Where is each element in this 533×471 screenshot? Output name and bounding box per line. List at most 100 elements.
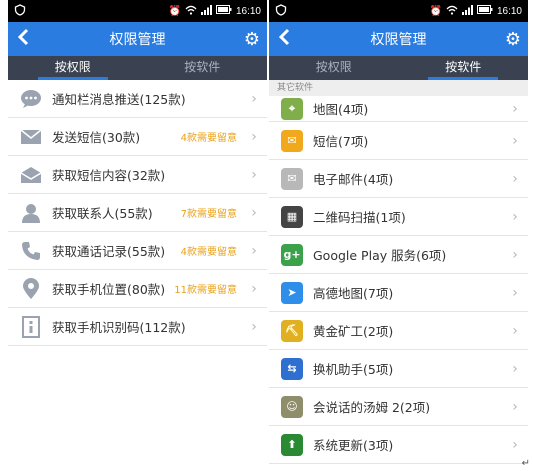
envelope-open-icon	[18, 162, 44, 188]
app-list-item-label: 黄金矿工(2项)	[313, 324, 394, 339]
list-item[interactable]: 获取手机识别码(112款) ›	[8, 308, 267, 346]
app-icon-wrapper: ▦	[279, 204, 305, 230]
app-list-item-label: 地图(4项)	[313, 102, 369, 117]
wifi-icon	[185, 5, 197, 18]
app-list-item[interactable]: ➤ 高德地图(7项) ›	[269, 274, 528, 312]
list-item[interactable]: 通知栏消息推送(125款) ›	[8, 80, 267, 118]
battery-icon	[476, 5, 493, 17]
app-list-item-label: 二维码扫描(1项)	[313, 210, 406, 225]
tab-bar: 按权限 按软件	[8, 56, 267, 80]
chevron-right-icon: ›	[251, 90, 257, 107]
back-button[interactable]	[8, 27, 38, 51]
chevron-right-icon: ›	[512, 398, 518, 415]
chevron-right-icon: ›	[251, 242, 257, 259]
list-item-label: 获取联系人(55款)	[52, 206, 153, 221]
tab-bar: 按权限 按软件	[269, 56, 528, 80]
gold-miner-app-icon: ⛏	[281, 319, 303, 342]
app-list-item[interactable]: ▦ 二维码扫描(1项) ›	[269, 198, 528, 236]
app-icon-wrapper: ✉	[279, 166, 305, 192]
gear-icon[interactable]: ⚙	[498, 29, 528, 50]
chat-bubble-icon	[18, 86, 44, 112]
system-update-app-icon: ⬆	[281, 433, 303, 456]
chevron-right-icon: ›	[512, 100, 518, 117]
chevron-right-icon: ›	[512, 360, 518, 377]
warning-note: 4款需要留意	[180, 133, 237, 144]
back-button[interactable]	[269, 27, 299, 51]
chevron-right-icon: ›	[512, 322, 518, 339]
app-list-item[interactable]: ⌖ 地图(4项) ›	[269, 96, 528, 122]
tab-by-permission[interactable]: 按权限	[269, 56, 399, 80]
person-icon	[18, 200, 44, 226]
maps-app-icon: ⌖	[281, 97, 303, 120]
return-mark: ↵	[521, 458, 530, 469]
chevron-right-icon: ›	[512, 436, 518, 453]
chevron-right-icon: ›	[251, 204, 257, 221]
app-list-item[interactable]: ⬆ 系统更新(3项) ›	[269, 426, 528, 464]
shield-icon	[14, 3, 26, 19]
app-icon-wrapper: ☺	[279, 394, 305, 420]
list-item-label: 通知栏消息推送(125款)	[52, 92, 186, 107]
app-icon-wrapper: g+	[279, 242, 305, 268]
chevron-right-icon: ›	[512, 132, 518, 149]
title-bar: 权限管理 ⚙	[8, 22, 267, 56]
list-item[interactable]: 获取手机位置(80款) 11款需要留意 ›	[8, 270, 267, 308]
chevron-right-icon: ›	[251, 318, 257, 335]
envelope-icon	[18, 124, 44, 150]
app-list-item[interactable]: ⇆ 换机助手(5项) ›	[269, 350, 528, 388]
google-play-services-icon: g+	[281, 243, 303, 266]
list-item-label: 获取手机位置(80款)	[52, 282, 166, 297]
app-list-item-label: 换机助手(5项)	[313, 362, 394, 377]
qr-scan-app-icon: ▦	[281, 205, 303, 228]
permission-list: 通知栏消息推送(125款) › 发送短信(30款) 4款需要留意 › 获取短信内…	[8, 80, 267, 346]
app-list-item[interactable]: ⛏ 黄金矿工(2项) ›	[269, 312, 528, 350]
app-list-item[interactable]: ✉ 电子邮件(4项) ›	[269, 160, 528, 198]
location-pin-icon	[18, 276, 44, 302]
alarm-icon: ⏰	[168, 5, 181, 17]
warning-note: 4款需要留意	[180, 247, 237, 258]
tab-by-permission[interactable]: 按权限	[8, 56, 138, 80]
wifi-icon	[446, 5, 458, 18]
app-icon-wrapper: ⬆	[279, 432, 305, 458]
list-item[interactable]: 发送短信(30款) 4款需要留意 ›	[8, 118, 267, 156]
warning-note: 7款需要留意	[180, 209, 237, 220]
page-title: 权限管理	[109, 32, 166, 48]
app-list-item-label: 会说话的汤姆 2(2项)	[313, 400, 431, 415]
chevron-right-icon: ›	[512, 208, 518, 225]
app-icon-wrapper: ⛏	[279, 318, 305, 344]
chevron-right-icon: ›	[251, 128, 257, 145]
signal-icon	[461, 4, 473, 18]
section-header: 其它软件	[269, 80, 528, 96]
alarm-icon: ⏰	[429, 5, 442, 17]
app-list-item[interactable]: ✉ 短信(7项) ›	[269, 122, 528, 160]
app-icon-wrapper: ⇆	[279, 356, 305, 382]
chevron-right-icon: ›	[512, 246, 518, 263]
app-list-item[interactable]: ☺ 会说话的汤姆 2(2项) ›	[269, 388, 528, 426]
phone-switch-app-icon: ⇆	[281, 357, 303, 380]
app-list: ⌖ 地图(4项) › ✉ 短信(7项) › ✉ 电子邮件(4项) › ▦ 二维码扫描(1项) › g+ G…	[269, 96, 528, 464]
app-list-item[interactable]: g+ Google Play 服务(6项) ›	[269, 236, 528, 274]
app-list-item-label: 电子邮件(4项)	[313, 172, 394, 187]
email-app-icon: ✉	[281, 167, 303, 190]
left-screen: ⏰ 16:10 权限管理 ⚙ 按权限 按软件 通知栏消息推送(125款) › 发…	[8, 0, 267, 471]
app-list-item-label: 短信(7项)	[313, 134, 369, 149]
tab-by-app[interactable]: 按软件	[138, 56, 268, 80]
clock: 16:10	[496, 5, 522, 17]
list-item[interactable]: 获取联系人(55款) 7款需要留意 ›	[8, 194, 267, 232]
page-title: 权限管理	[370, 32, 427, 48]
signal-icon	[200, 4, 212, 18]
warning-note: 11款需要留意	[174, 285, 237, 296]
list-item-label: 获取通话记录(55款)	[52, 244, 166, 259]
id-card-icon	[18, 314, 44, 340]
app-list-item-label: 系统更新(3项)	[313, 438, 394, 453]
chevron-right-icon: ›	[512, 284, 518, 301]
app-icon-wrapper: ⌖	[279, 96, 305, 122]
talking-tom-app-icon: ☺	[281, 395, 303, 418]
phone-icon	[18, 238, 44, 264]
list-item[interactable]: 获取短信内容(32款) ›	[8, 156, 267, 194]
chevron-right-icon: ›	[251, 280, 257, 297]
list-item[interactable]: 获取通话记录(55款) 4款需要留意 ›	[8, 232, 267, 270]
gear-icon[interactable]: ⚙	[237, 29, 267, 50]
amap-app-icon: ➤	[281, 281, 303, 304]
tab-by-app[interactable]: 按软件	[399, 56, 529, 80]
title-bar: 权限管理 ⚙	[269, 22, 528, 56]
